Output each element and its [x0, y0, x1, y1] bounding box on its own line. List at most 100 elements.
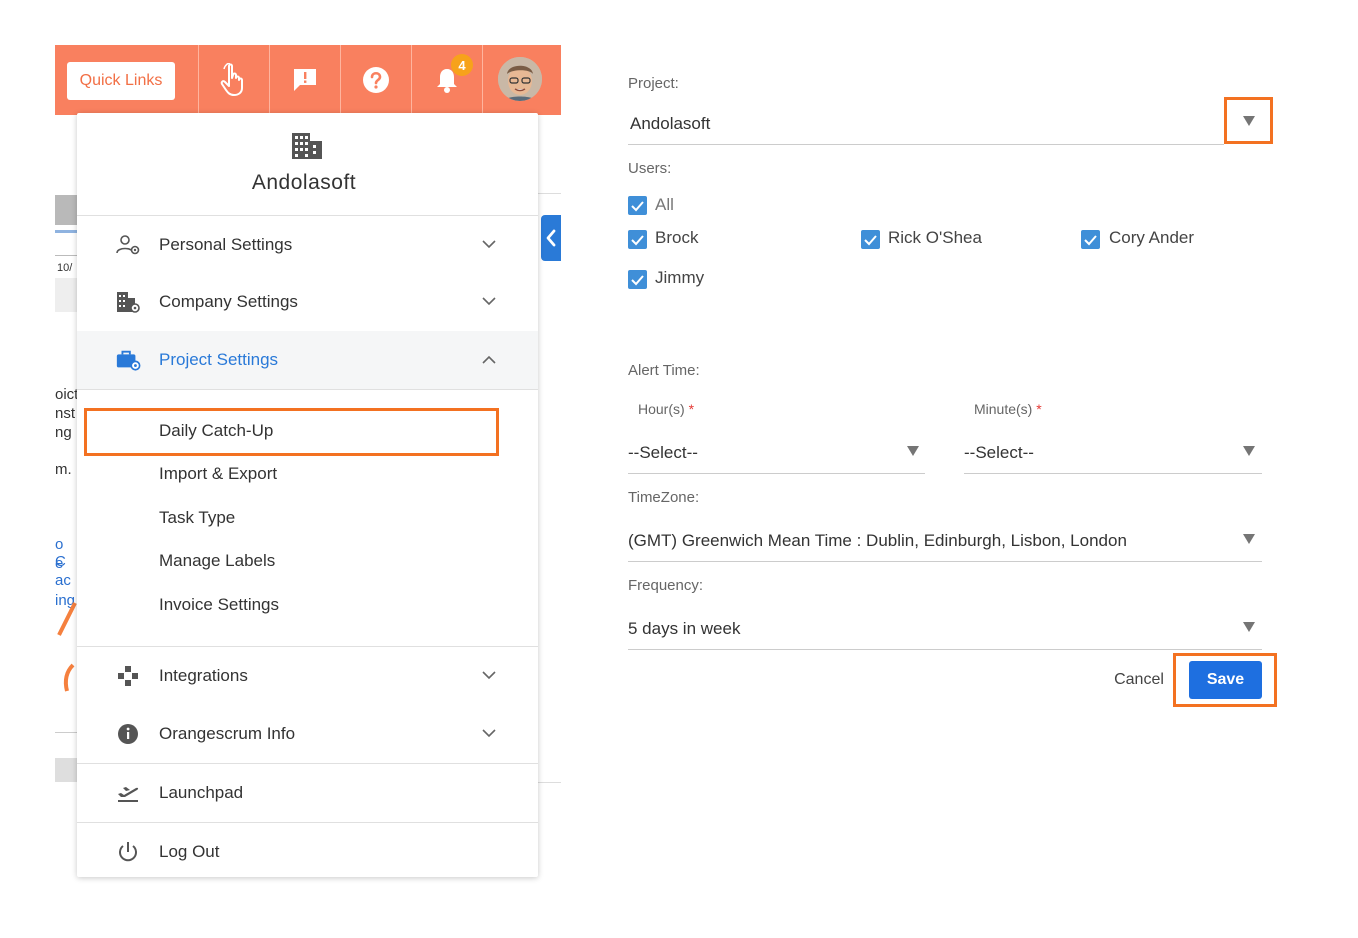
- submenu-manage-labels[interactable]: Manage Labels: [159, 551, 275, 571]
- menu-item-label: Company Settings: [159, 292, 298, 311]
- chevron-down-icon: [482, 293, 496, 311]
- gamepad-icon: [115, 663, 141, 689]
- menu-item-integrations[interactable]: Integrations: [77, 647, 538, 705]
- hand-pointer-icon: [220, 63, 243, 96]
- background-gray-bar: [55, 758, 77, 782]
- menu-item-launchpad[interactable]: Launchpad: [77, 764, 538, 822]
- menu-item-label: Personal Settings: [159, 235, 293, 254]
- background-date: 10/: [57, 262, 73, 274]
- project-dropdown-highlight: [1224, 97, 1273, 144]
- building-settings-icon: [115, 289, 141, 315]
- menu-item-label: Log Out: [159, 842, 220, 861]
- background-right-rule-2: [538, 782, 561, 783]
- background-gray-strip: [55, 195, 77, 225]
- submenu-task-type[interactable]: Task Type: [159, 508, 235, 528]
- menu-item-company-settings[interactable]: Company Settings: [77, 273, 538, 331]
- hours-label: Hour(s) *: [638, 401, 695, 417]
- chevron-down-icon: [482, 725, 496, 743]
- check-icon: [864, 234, 877, 245]
- checkbox-all[interactable]: [628, 196, 647, 215]
- user-label-all: All: [655, 195, 674, 214]
- checkbox-brock[interactable]: [628, 230, 647, 249]
- background-text-6: e ac: [55, 555, 71, 589]
- notifications-button[interactable]: [411, 45, 481, 115]
- sidebar-collapse-toggle[interactable]: [541, 215, 561, 261]
- caret-down-icon[interactable]: [1243, 534, 1255, 544]
- checkbox-rick-oshea[interactable]: [861, 230, 880, 249]
- user-label-cory-ander: Cory Ander: [1109, 228, 1195, 247]
- divider: [77, 389, 538, 390]
- feedback-button[interactable]: [269, 45, 339, 115]
- caret-down-icon[interactable]: [1243, 446, 1255, 456]
- user-label-jimmy: Jimmy: [655, 268, 705, 287]
- frequency-label: Frequency:: [628, 577, 704, 594]
- background-orange-logo-stroke: [55, 595, 77, 695]
- background-right-rule: [538, 193, 561, 194]
- background-gray-box: [55, 278, 77, 312]
- submenu-import-export[interactable]: Import & Export: [159, 464, 277, 484]
- background-text-2: nst: [55, 405, 76, 422]
- chevron-down-icon: [482, 667, 496, 685]
- menu-item-label: Launchpad: [159, 783, 244, 802]
- hours-select[interactable]: --Select--: [628, 443, 698, 463]
- company-building-icon: [290, 131, 324, 166]
- cancel-button[interactable]: Cancel: [1108, 667, 1170, 693]
- background-text-3: ng: [55, 424, 72, 441]
- user-label-rick-oshea: Rick O'Shea: [888, 228, 982, 247]
- power-icon: [115, 839, 141, 865]
- hours-select-underline: [628, 473, 925, 474]
- frequency-select[interactable]: 5 days in week: [628, 619, 740, 639]
- chevron-left-icon: [546, 229, 556, 247]
- check-icon: [631, 200, 644, 211]
- background-text-1: oict: [55, 386, 77, 403]
- background-text-4: m.: [55, 461, 72, 478]
- check-icon: [1084, 234, 1097, 245]
- help-button[interactable]: [340, 45, 410, 115]
- menu-item-orangescrum-info[interactable]: Orangescrum Info: [77, 705, 538, 763]
- avatar[interactable]: [498, 57, 542, 101]
- background-blue-line: [55, 230, 77, 233]
- menu-item-personal-settings[interactable]: Personal Settings: [77, 216, 538, 274]
- save-button-highlight: [1173, 653, 1277, 707]
- quick-links-button[interactable]: Quick Links: [67, 62, 175, 100]
- feedback-icon: [293, 69, 316, 91]
- caret-down-icon[interactable]: [907, 446, 919, 456]
- user-settings-icon: [115, 232, 141, 258]
- menu-item-label: Orangescrum Info: [159, 724, 296, 743]
- checkbox-cory-ander[interactable]: [1081, 230, 1100, 249]
- chevron-up-icon: [482, 351, 496, 369]
- notification-count-badge: 4: [451, 54, 473, 76]
- timezone-select[interactable]: (GMT) Greenwich Mean Time : Dublin, Edin…: [628, 531, 1127, 551]
- timezone-select-underline: [628, 561, 1262, 562]
- hand-pointer-button[interactable]: [198, 45, 268, 115]
- project-select-underline: [628, 144, 1224, 145]
- menu-item-label: Project Settings: [159, 350, 279, 369]
- minutes-label: Minute(s) *: [974, 401, 1042, 417]
- submenu-invoice-settings[interactable]: Invoice Settings: [159, 595, 279, 615]
- question-circle-icon: [362, 67, 389, 93]
- alert-time-label: Alert Time:: [628, 362, 700, 379]
- minutes-select[interactable]: --Select--: [964, 443, 1034, 463]
- checkbox-jimmy[interactable]: [628, 270, 647, 289]
- user-menu-dropdown: Andolasoft Personal Settings Company Set…: [77, 113, 538, 877]
- check-icon: [631, 274, 644, 285]
- check-icon: [631, 234, 644, 245]
- background-divider: [55, 255, 77, 256]
- plane-takeoff-icon: [115, 780, 141, 806]
- users-label: Users:: [628, 160, 672, 177]
- menu-header: Andolasoft: [77, 113, 538, 216]
- info-icon: [115, 721, 141, 747]
- menu-item-log-out[interactable]: Log Out: [77, 823, 538, 881]
- company-name: Andolasoft: [251, 171, 357, 194]
- briefcase-settings-icon: [115, 347, 141, 373]
- daily-catch-up-highlight: [84, 408, 499, 456]
- project-label: Project:: [628, 75, 679, 92]
- project-select-value[interactable]: Andolasoft: [630, 114, 710, 134]
- caret-down-icon[interactable]: [1243, 622, 1255, 632]
- menu-item-project-settings[interactable]: Project Settings: [77, 331, 538, 389]
- minutes-select-underline: [964, 473, 1262, 474]
- user-label-brock: Brock: [655, 228, 699, 247]
- chevron-down-icon: [482, 236, 496, 254]
- frequency-select-underline: [628, 649, 1262, 650]
- background-divider-2: [55, 732, 77, 733]
